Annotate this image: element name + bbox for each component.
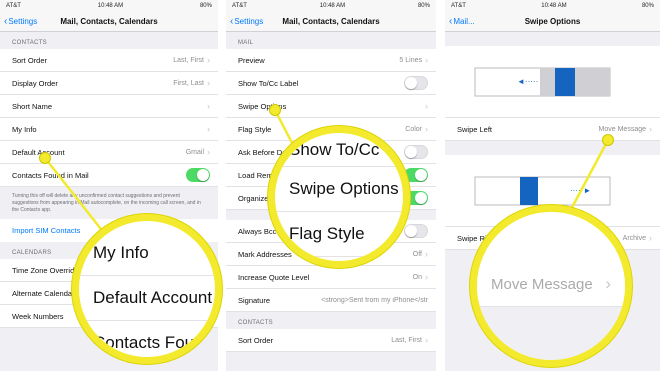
- magnifier-mail: Show To/Cc Swipe Options Flag Style: [268, 126, 410, 268]
- zoom-row-default-account: Default Account: [79, 276, 215, 321]
- callout-dot: [269, 104, 281, 116]
- zoom-row-flag-style: Flag Style: [275, 212, 403, 257]
- magnifier-contacts: My Info Default Account Contacts Found: [72, 214, 222, 364]
- chevron-right-icon: ›: [605, 274, 611, 293]
- zoom-row-move-message: Move Message ›: [477, 262, 625, 307]
- zoom-row-my-info: My Info: [79, 231, 215, 276]
- zoom-row-swipe-options: Swipe Options: [275, 167, 403, 212]
- magnifier-swipe: Move Message ›: [470, 205, 632, 367]
- zoom-label: Move Message: [491, 275, 593, 293]
- callout-dot: [602, 134, 614, 146]
- callout-dot: [39, 152, 51, 164]
